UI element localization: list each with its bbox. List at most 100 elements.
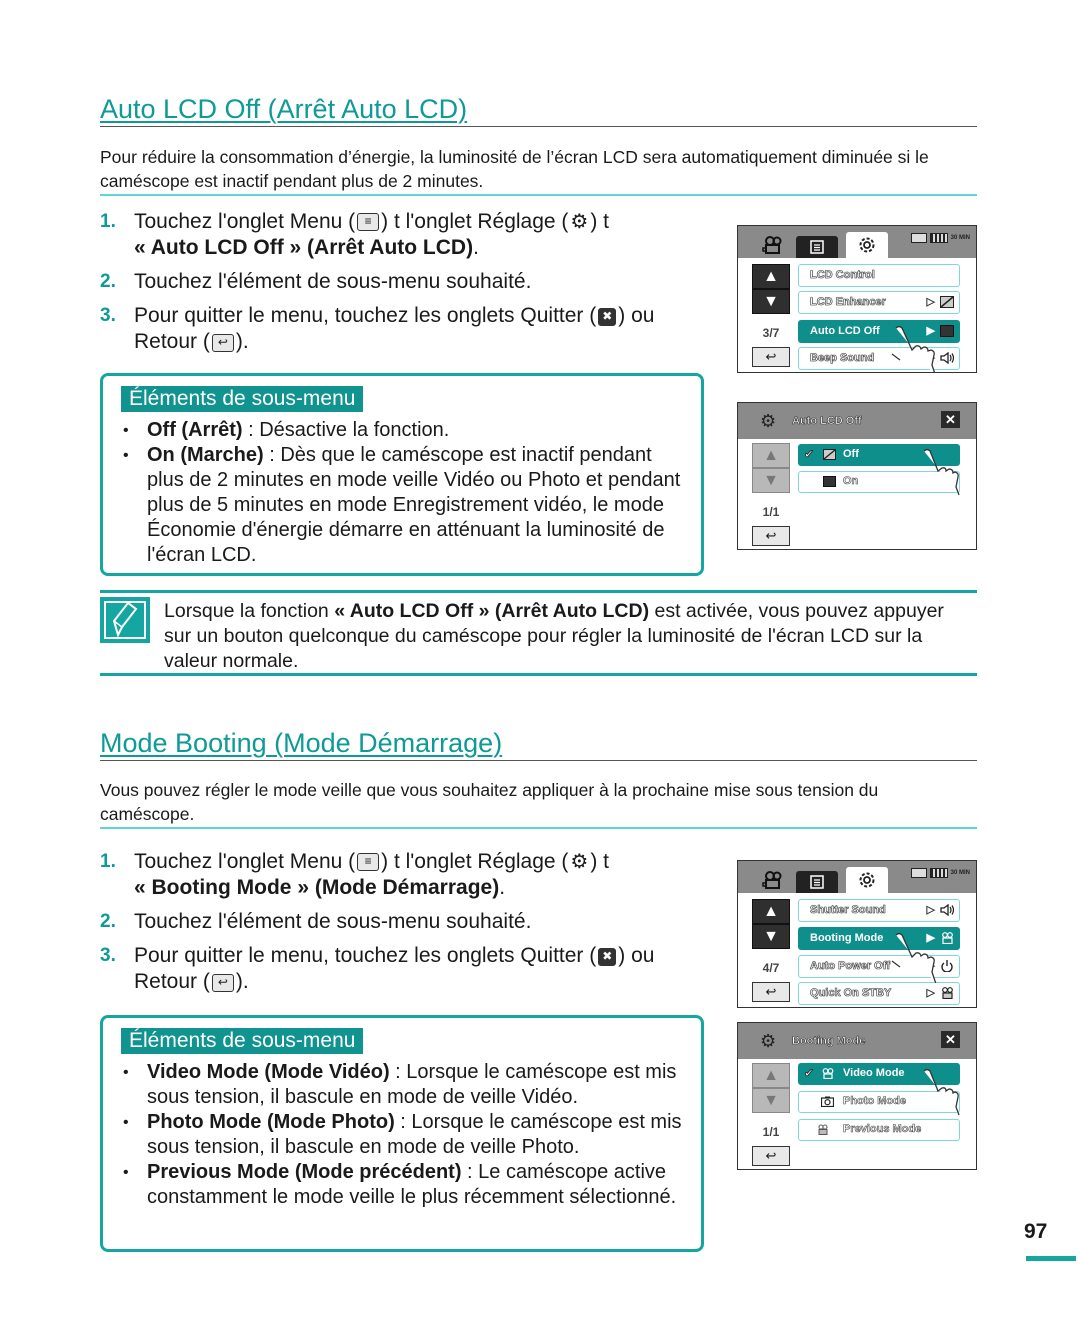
section-intro: Pour réduire la consommation d’énergie, … (100, 145, 977, 196)
step-3: 3. Pour quitter le menu, touchez les ong… (100, 304, 655, 354)
chevron-right-icon: ▷ (926, 960, 935, 972)
back-button[interactable]: ↩ (752, 347, 790, 367)
chevron-right-icon: ▷ (926, 987, 935, 999)
option-photo-mode[interactable]: Photo Mode (798, 1091, 960, 1113)
close-button[interactable]: ✕ (941, 411, 960, 428)
page-indicator: 1/1 (762, 505, 780, 519)
menu-tab-icon: ≡ (357, 853, 380, 872)
steps-list: 1. Touchez l'onglet Menu (≡) t l'onglet … (100, 849, 720, 1003)
battery-icon (929, 233, 948, 243)
page-indicator: 3/7 (762, 326, 780, 340)
previous-mode-icon (818, 1124, 828, 1135)
settings-gear-icon: ⚙ (570, 211, 589, 234)
video-camera-icon (822, 1068, 834, 1079)
close-icon: ✖ (598, 307, 617, 326)
video-camera-icon (942, 932, 953, 944)
step-1: 1. Touchez l'onglet Menu (≡) t l'onglet … (100, 850, 610, 900)
camera-menu-screen: 30 MIN ▲ ▼ 4/7 ↩ Shutter Sound ▷ Booting … (737, 860, 977, 1008)
time-remaining: 30 MIN (950, 235, 970, 241)
popup-title: Booting Mode (792, 1035, 866, 1048)
submenu-heading: Éléments de sous-menu (121, 386, 364, 412)
scroll-down-button[interactable]: ▼ (752, 924, 790, 949)
menu-tab-icon: ≡ (357, 213, 380, 232)
step-1: 1. Touchez l'onglet Menu (≡) t l'onglet … (100, 210, 610, 260)
scroll-down-button[interactable]: ▼ (752, 468, 790, 493)
camera-menu-screen: 30 MIN ▲ ▼ 3/7 ↩ LCD Control LCD Enhance… (737, 225, 977, 373)
chevron-right-icon: ▷ (926, 904, 935, 916)
menu-item-lcd-enhancer[interactable]: LCD Enhancer ▷ (798, 291, 960, 314)
scroll-down-button[interactable]: ▼ (752, 1088, 790, 1113)
submenu-heading: Éléments de sous-menu (121, 1028, 364, 1054)
menu-list-icon (810, 240, 824, 254)
menu-item-beep-sound[interactable]: Beep Sound ▷ (798, 347, 960, 370)
page-number-bar (1026, 1256, 1076, 1261)
settings-tab[interactable] (846, 867, 888, 893)
section-title-auto-lcd-off: Auto LCD Off (Arrêt Auto LCD) (100, 94, 977, 127)
option-off[interactable]: ✔ Off (798, 444, 960, 466)
auto-power-off-icon (941, 960, 953, 972)
back-button[interactable]: ↩ (752, 1146, 790, 1166)
scroll-down-button[interactable]: ▼ (752, 289, 790, 314)
back-icon: ↩ (211, 973, 234, 992)
photo-camera-icon (821, 1096, 834, 1107)
option-video-mode[interactable]: ✔ Video Mode (798, 1063, 960, 1085)
video-camera-tab[interactable] (752, 867, 794, 893)
page-number: 97 (1024, 1220, 1048, 1243)
submenu-box: Éléments de sous-menu Off (Arrêt) : Désa… (100, 373, 704, 576)
settings-gear-icon (859, 237, 875, 253)
checkmark-icon: ✔ (804, 447, 815, 461)
speaker-icon (940, 904, 954, 916)
camera-popup-screen: ⚙ Auto LCD Off ✕ ▲ ▼ 1/1 ↩ ✔ Off On (737, 402, 977, 550)
settings-tab[interactable] (846, 232, 888, 258)
close-button[interactable]: ✕ (941, 1031, 960, 1048)
chevron-right-icon: ▷ (926, 296, 935, 308)
scroll-up-button[interactable]: ▲ (752, 1063, 790, 1088)
back-button[interactable]: ↩ (752, 982, 790, 1002)
video-camera-icon (762, 236, 782, 254)
submenu-item-on: On (Marche) : Dès que le caméscope est i… (121, 443, 685, 568)
menu-item-quick-on-stby[interactable]: Quick On STBY ▷ (798, 982, 960, 1005)
status-icons: 30 MIN (910, 233, 970, 243)
submenu-box: Éléments de sous-menu Video Mode (Mode V… (100, 1015, 704, 1252)
chevron-right-icon: ▷ (926, 352, 935, 364)
lcd-on-icon (823, 476, 836, 487)
note-box: Lorsque la fonction « Auto LCD Off » (Ar… (100, 590, 977, 676)
menu-item-booting-mode[interactable]: Booting Mode ▶ (798, 927, 960, 950)
submenu-item-video-mode: Video Mode (Mode Vidéo) : Lorsque le cam… (121, 1060, 685, 1110)
menu-item-auto-lcd-off[interactable]: Auto LCD Off ▶ (798, 320, 960, 343)
page-indicator: 1/1 (762, 1125, 780, 1139)
step-2: 2. Touchez l'élément de sous-menu souhai… (100, 910, 532, 934)
submenu-item-previous-mode: Previous Mode (Mode précédent) : Le camé… (121, 1160, 685, 1210)
option-on[interactable]: On (798, 471, 960, 493)
memory-card-icon (910, 233, 927, 243)
menu-list-icon (810, 875, 824, 889)
section-intro: Vous pouvez régler le mode veille que vo… (100, 778, 977, 829)
video-camera-tab[interactable] (752, 232, 794, 258)
close-icon: ✖ (598, 947, 617, 966)
memory-card-icon (910, 868, 927, 878)
chevron-right-icon: ▶ (926, 325, 935, 337)
menu-item-auto-power-off[interactable]: Auto Power Off ▷ (798, 955, 960, 978)
page-indicator: 4/7 (762, 961, 780, 975)
lcd-enhancer-icon (940, 296, 954, 308)
steps-list: 1. Touchez l'onglet Menu (≡) t l'onglet … (100, 209, 720, 363)
popup-title: Auto LCD Off (792, 415, 862, 428)
status-icons: 30 MIN (910, 868, 970, 878)
scroll-up-button[interactable]: ▲ (752, 443, 790, 468)
option-previous-mode[interactable]: Previous Mode (798, 1119, 960, 1141)
submenu-list: Video Mode (Mode Vidéo) : Lorsque le cam… (121, 1060, 685, 1210)
menu-tab[interactable] (796, 236, 838, 258)
step-2: 2. Touchez l'élément de sous-menu souhai… (100, 270, 532, 294)
scroll-up-button[interactable]: ▲ (752, 264, 790, 289)
back-button[interactable]: ↩ (752, 526, 790, 546)
time-remaining: 30 MIN (950, 870, 970, 876)
menu-tab[interactable] (796, 871, 838, 893)
settings-gear-icon (859, 872, 875, 888)
menu-item-lcd-control[interactable]: LCD Control (798, 264, 960, 287)
scroll-up-button[interactable]: ▲ (752, 899, 790, 924)
menu-item-shutter-sound[interactable]: Shutter Sound ▷ (798, 899, 960, 922)
video-camera-icon (762, 871, 782, 889)
back-icon: ↩ (211, 333, 234, 352)
settings-gear-icon: ⚙ (760, 1031, 777, 1051)
battery-icon (929, 868, 948, 878)
